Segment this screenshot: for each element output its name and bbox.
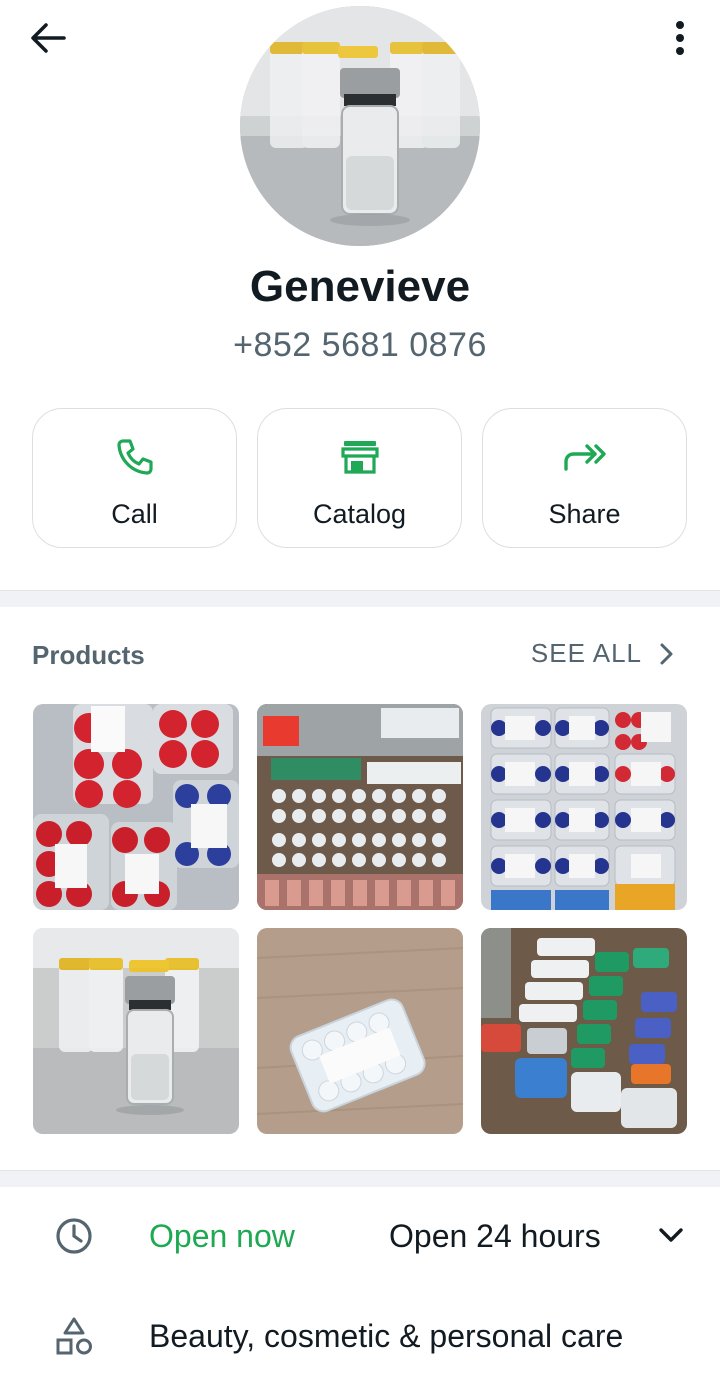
vial-boxes-blue-photo [481, 704, 687, 910]
business-category: Beauty, cosmetic & personal care [149, 1318, 624, 1354]
business-hours-row[interactable] [0, 1190, 720, 1286]
shapes-icon [56, 1317, 92, 1355]
more-options-button[interactable] [662, 14, 698, 62]
section-divider [0, 1170, 720, 1187]
back-button[interactable] [22, 18, 74, 58]
expand-hours-button[interactable] [656, 1220, 686, 1255]
chevron-down-icon [659, 1228, 683, 1242]
share-label: Share [548, 499, 621, 529]
see-all-link[interactable]: SEE ALL [531, 638, 674, 669]
hours-text: Open 24 hours [389, 1218, 601, 1254]
phone-icon [116, 439, 153, 475]
product-tile[interactable] [33, 704, 239, 910]
profile-name: Genevieve [249, 262, 471, 311]
clear-vial-box-photo [257, 928, 463, 1134]
product-tile[interactable] [481, 928, 687, 1134]
see-all-label: SEE ALL [530, 638, 642, 668]
vials-red-blue-photo [33, 704, 239, 910]
single-vial-photo [33, 928, 239, 1134]
labeled-vial-boxes-photo [481, 928, 687, 1134]
action-buttons: Call Catalog Share [32, 408, 688, 550]
share-button[interactable]: Share [482, 408, 687, 548]
back-arrow-icon [31, 23, 66, 53]
product-tile[interactable] [481, 704, 687, 910]
open-status: Open now [149, 1218, 295, 1254]
vial-photo [240, 6, 480, 246]
profile-avatar[interactable] [240, 6, 480, 246]
profile-phone[interactable]: +852 5681 0876 [0, 326, 720, 365]
more-vert-icon [676, 21, 684, 55]
call-button[interactable]: Call [32, 408, 237, 548]
catalog-label: Catalog [312, 499, 407, 529]
products-title: Products [32, 640, 145, 670]
call-label: Call [111, 499, 158, 529]
product-tile[interactable] [257, 704, 463, 910]
store-icon [340, 441, 379, 474]
section-divider [0, 590, 720, 607]
product-tile[interactable] [33, 928, 239, 1134]
vial-trays-photo [257, 704, 463, 910]
share-arrow-icon [563, 444, 606, 471]
catalog-button[interactable]: Catalog [257, 408, 462, 548]
chevron-right-icon [660, 643, 673, 664]
product-tile[interactable] [257, 928, 463, 1134]
clock-icon [56, 1218, 92, 1254]
